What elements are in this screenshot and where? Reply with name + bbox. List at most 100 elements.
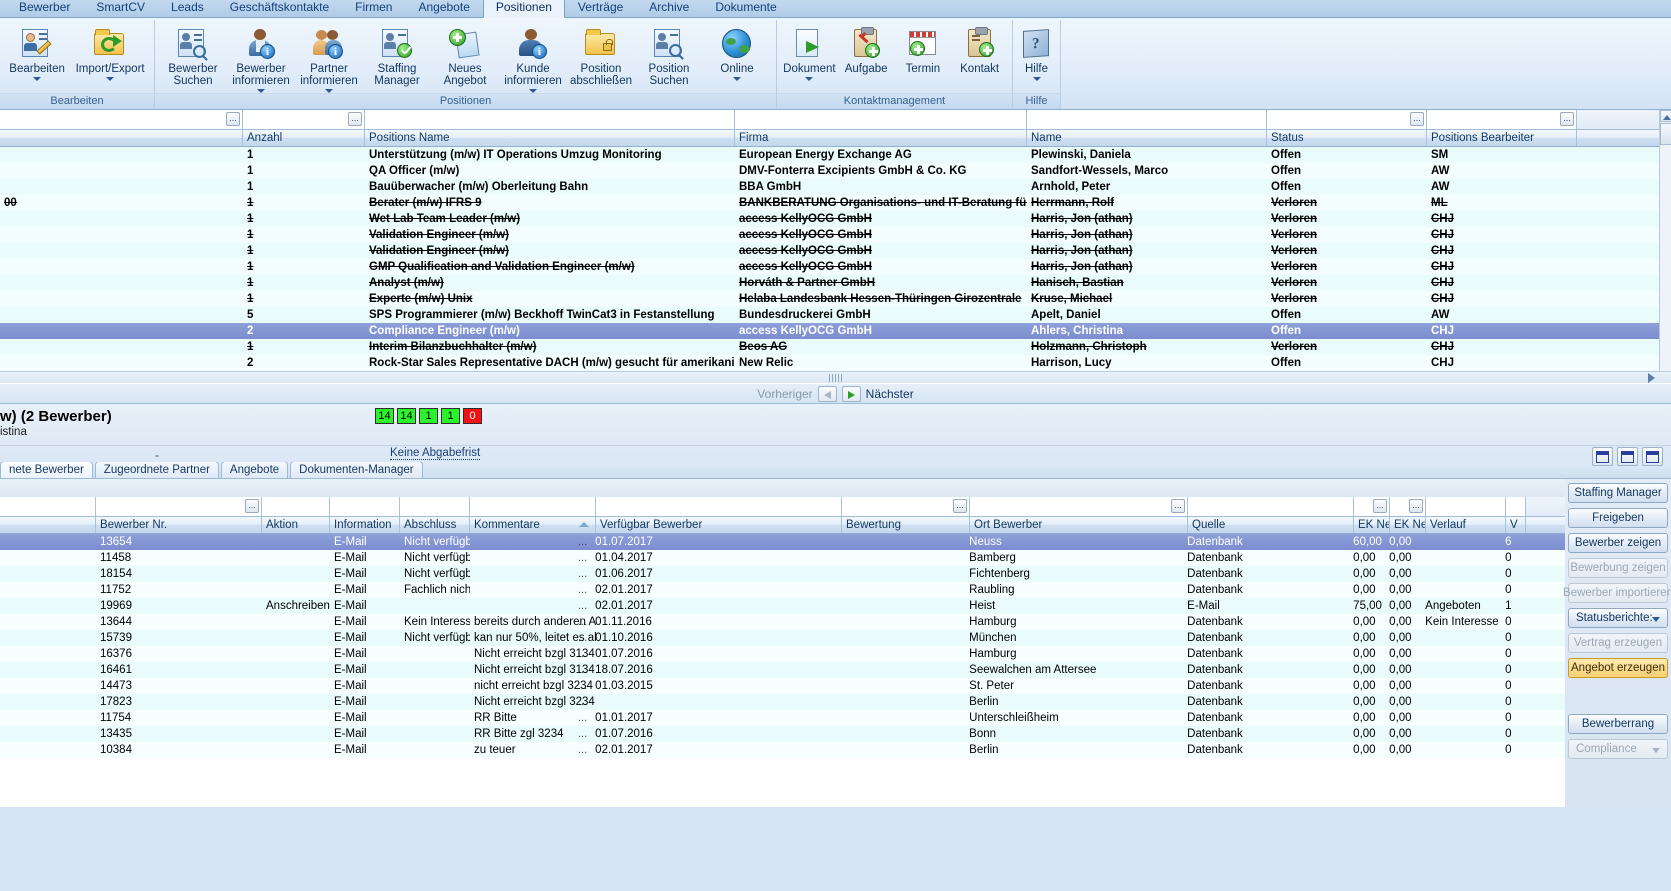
table-row[interactable]: 13654 E-Mail Nicht verfügbar... 01.07.2017 N…	[0, 534, 1671, 550]
filter-builder-icon[interactable]: ...	[1410, 112, 1424, 126]
column-header[interactable]: EK Netto	[1354, 517, 1390, 533]
ribbon-button-kontakt[interactable]: Kontakt	[951, 23, 1008, 75]
ribbon-tab-dokumente[interactable]: Dokumente	[702, 0, 789, 17]
table-row[interactable]: 16376 E-Mail Nicht erreicht bzgl 3134... 01…	[0, 646, 1671, 662]
column-header[interactable]: Information	[330, 517, 400, 533]
ribbon-button-aufgabe[interactable]: Aufgabe	[838, 23, 895, 75]
ribbon-button-bewerber-suchen[interactable]: Bewerber Suchen	[159, 23, 227, 87]
filter-cell[interactable]	[400, 497, 470, 516]
filter-builder-icon[interactable]: ...	[348, 112, 362, 126]
detail-tab-netebewerber[interactable]: nete Bewerber	[0, 461, 93, 478]
chevron-down-icon[interactable]	[33, 77, 42, 81]
chevron-down-icon[interactable]	[106, 77, 115, 81]
column-header[interactable]: Positions Bearbeiter	[1427, 130, 1577, 146]
column-header[interactable]: Status	[1267, 130, 1427, 146]
table-row[interactable]: 1 Analyst (m/w) Horváth & Partner GmbH Hani…	[0, 275, 1671, 291]
chevron-down-icon[interactable]	[1652, 748, 1660, 753]
table-row[interactable]: 15739 E-Mail Nicht verfügbar kan nur 50%, l…	[0, 630, 1671, 646]
table-row[interactable]: 1 Validation Engineer (m/w) access KellyOC…	[0, 243, 1671, 259]
column-header[interactable]	[0, 130, 243, 146]
ribbon-tab-leads[interactable]: Leads	[158, 0, 217, 17]
table-row[interactable]: 14473 E-Mail nicht erreicht bzgl 3234... 01…	[0, 678, 1671, 694]
positions-rows[interactable]: 1 Unterstützung (m/w) IT Operations Umzug…	[0, 147, 1671, 371]
detail-tab-angebote[interactable]: Angebote	[220, 461, 289, 478]
upload-icon[interactable]	[1642, 447, 1663, 466]
filter-cell[interactable]	[365, 110, 735, 129]
chevron-down-icon[interactable]	[1652, 617, 1660, 622]
status-badge[interactable]: 1	[441, 408, 460, 424]
column-header[interactable]: Verlauf	[1426, 517, 1506, 533]
table-row[interactable]: 2 Rock-Star Sales Representative DACH (m/…	[0, 355, 1671, 371]
filter-cell[interactable]: ...	[96, 497, 262, 516]
column-header[interactable]: Positions Name	[365, 130, 735, 146]
filter-cell[interactable]	[330, 497, 400, 516]
filter-cell[interactable]	[596, 497, 842, 516]
table-row[interactable]: 1 Bauüberwacher (m/w) Oberleitung Bahn BBA…	[0, 179, 1671, 195]
ribbon-tab-bewerber[interactable]: Bewerber	[6, 0, 83, 17]
filter-builder-icon[interactable]: ...	[1409, 499, 1423, 513]
ribbon-button-hilfe[interactable]: ? Hilfe	[1017, 23, 1056, 81]
scroll-thumb[interactable]	[1660, 123, 1671, 145]
action-button-freigeben[interactable]: Freigeben	[1568, 508, 1668, 528]
column-header[interactable]: V	[1506, 517, 1526, 533]
ribbon-button-neues-angebot[interactable]: Neues Angebot	[431, 23, 499, 87]
table-row[interactable]: 5 SPS Programmierer (m/w) Beckhoff TwinCa…	[0, 307, 1671, 323]
deadline-link[interactable]: Keine Abgabefrist	[390, 447, 481, 460]
table-row[interactable]: 1 Wet Lab Team Leader (m/w) access KellyOC…	[0, 211, 1671, 227]
table-row[interactable]: 1 Experte (m/w) Unix Helaba Landesbank Hes…	[0, 291, 1671, 307]
action-button-statusberichte[interactable]: Statusberichte:	[1568, 608, 1668, 628]
table-row[interactable]: 1 Unterstützung (m/w) IT Operations Umzug…	[0, 147, 1671, 163]
chevron-down-icon[interactable]	[1032, 77, 1041, 81]
comment-expand-icon[interactable]: ...	[578, 536, 587, 548]
ribbon-button-kunde-informieren[interactable]: i Kunde informieren	[499, 23, 567, 93]
table-row[interactable]: 2 Compliance Engineer (m/w) access KellyOC…	[0, 323, 1671, 339]
filter-builder-icon[interactable]: ...	[953, 499, 967, 513]
filter-cell[interactable]	[1506, 497, 1526, 516]
candidates-rows[interactable]: 13654 E-Mail Nicht verfügbar... 01.07.2017 N…	[0, 534, 1671, 758]
positions-filter-row[interactable]: ............	[0, 110, 1671, 130]
column-header[interactable]: Verfügbar Bewerber	[596, 517, 842, 533]
filter-cell[interactable]	[1027, 110, 1267, 129]
ribbon-button-position-abschlieen[interactable]: Position abschließen	[567, 23, 635, 87]
filter-cell[interactable]: ...	[1267, 110, 1427, 129]
action-button-bewerberrang[interactable]: Bewerberrang	[1568, 714, 1668, 734]
ribbon-tab-vertrge[interactable]: Verträge	[565, 0, 636, 17]
folder-settings-icon[interactable]	[1592, 447, 1613, 466]
ribbon-button-bewerber-informieren[interactable]: i Bewerber informieren	[227, 23, 295, 93]
scroll-up-button[interactable]	[1660, 110, 1671, 122]
filter-cell[interactable]: ...	[1427, 110, 1577, 129]
filter-builder-icon[interactable]: ...	[1560, 112, 1574, 126]
filter-cell[interactable]	[1426, 497, 1506, 516]
candidates-filter-row[interactable]: ...............	[0, 497, 1671, 517]
table-row[interactable]: 1 Interim Bilanzbuchhalter (m/w) Beos AG Ho…	[0, 339, 1671, 355]
ribbon-tab-smartcv[interactable]: SmartCV	[83, 0, 158, 17]
filter-cell[interactable]	[470, 497, 596, 516]
filter-builder-icon[interactable]: ...	[245, 499, 259, 513]
action-button-angeboterzeugen[interactable]: Angebot erzeugen	[1568, 658, 1668, 678]
ribbon-tab-positionen[interactable]: Positionen	[482, 0, 565, 18]
filter-builder-icon[interactable]: ...	[1171, 499, 1185, 513]
filter-cell[interactable]: ...	[0, 110, 243, 129]
filter-cell[interactable]: ...	[970, 497, 1188, 516]
column-header[interactable]: Bewerber Nr.	[96, 517, 262, 533]
positions-horizontal-scrollbar[interactable]	[0, 371, 1671, 383]
ribbon-tab-firmen[interactable]: Firmen	[342, 0, 405, 17]
status-badge[interactable]: 14	[397, 408, 416, 424]
ribbon-tab-angebote[interactable]: Angebote	[405, 0, 482, 17]
column-header[interactable]: Aktion	[262, 517, 330, 533]
scroll-right-icon[interactable]	[1648, 373, 1655, 383]
comment-expand-icon[interactable]: ...	[578, 600, 587, 612]
table-row[interactable]: 18154 E-Mail Nicht verfügbar... 01.06.2017 F…	[0, 566, 1671, 582]
ribbon-button-bearbeiten[interactable]: Bearbeiten	[4, 23, 70, 81]
table-row[interactable]: 11752 E-Mail Fachlich nicht p... 02.01.2017…	[0, 582, 1671, 598]
table-row[interactable]: 13435 E-Mail RR Bitte zgl 3234... 01.07.201…	[0, 726, 1671, 742]
ribbon-tab-geschftskontakte[interactable]: Geschäftskontakte	[217, 0, 342, 17]
filter-cell[interactable]: ...	[243, 110, 365, 129]
table-row[interactable]: 11458 E-Mail Nicht verfügbar... 01.04.2017 B…	[0, 550, 1671, 566]
status-badge[interactable]: 0	[463, 408, 482, 424]
table-row[interactable]: 00 1 Berater (m/w) IFRS 9 BANKBERATUNG Orga…	[0, 195, 1671, 211]
next-button[interactable]	[841, 385, 861, 402]
column-header[interactable]: Firma	[735, 130, 1027, 146]
column-header[interactable]: Kommentare	[470, 517, 596, 533]
table-row[interactable]: 1 Validation Engineer (m/w) access KellyOC…	[0, 227, 1671, 243]
